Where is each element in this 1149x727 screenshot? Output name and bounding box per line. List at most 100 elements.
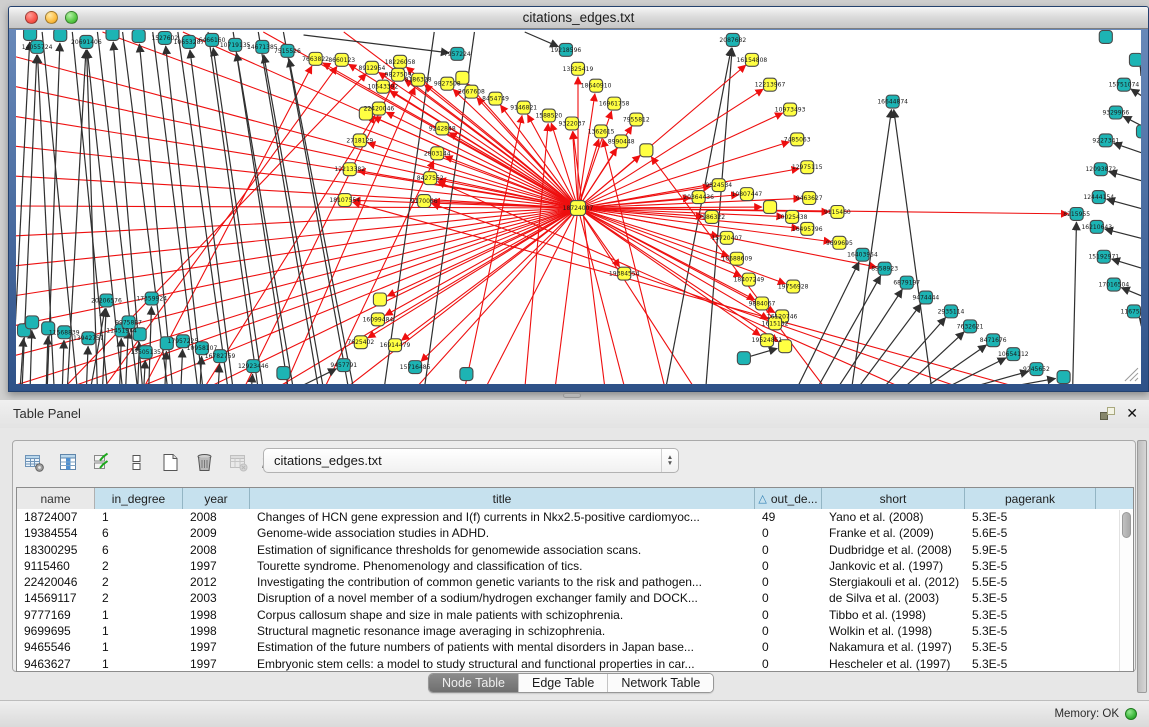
graph-node[interactable] [26,316,39,329]
graph-node-label: 12213967 [755,82,786,89]
graph-node[interactable] [277,367,290,380]
zoom-window-icon[interactable] [65,11,78,24]
column-visibility-icon[interactable] [55,449,81,475]
graph-node-label: 9474444 [912,295,939,302]
table-row[interactable]: 977716911998Corpus callosum shape and si… [17,607,1133,623]
table-cell: 18300295 [17,542,95,558]
citation-graph[interactable]: 1872400714055724206914061527602106532876… [16,30,1141,384]
network-view-area: citations_edges.txt [0,0,1149,400]
scrollbar-thumb[interactable] [1122,512,1131,538]
graph-node-label: 2667608 [458,89,485,96]
graph-node-label: 2087682 [719,37,746,44]
network-window-titlebar[interactable]: citations_edges.txt [9,7,1148,29]
graph-node-label: 13325419 [563,66,594,73]
table-cell: 5.3E-5 [965,639,1096,655]
graph-node[interactable] [763,201,776,214]
import-table-icon[interactable] [225,449,251,475]
table-cell: 9463627 [17,656,95,672]
table-cell: Dudbridge et al. (2008) [822,542,965,558]
float-panel-icon[interactable] [1100,407,1115,420]
graph-node-label: 19384554 [609,271,640,278]
graph-node-label: 7625402 [347,339,374,346]
select-rows-icon[interactable] [89,449,115,475]
table-row[interactable]: 1872400712008Changes of HCN gene express… [17,509,1133,525]
panel-splitter-handle[interactable] [563,393,581,398]
table-row[interactable]: 946554611997Estimation of the future num… [17,639,1133,655]
minimize-window-icon[interactable] [45,11,58,24]
table-select-dropdown[interactable]: citations_edges.txt ▲▼ [263,448,679,473]
graph-node-label: 9322037 [559,120,586,127]
status-bar: Memory: OK [0,700,1149,727]
graph-node[interactable] [640,144,653,157]
graph-node[interactable] [1129,53,1141,66]
network-window: citations_edges.txt [8,6,1149,392]
graph-node-label: 14055724 [22,44,53,51]
graph-node[interactable] [24,30,37,40]
create-table-icon[interactable] [157,449,183,475]
graph-node-label: 9245652 [1023,366,1050,373]
table-cell: 1997 [183,656,250,672]
graph-node-label: 12975115 [792,164,823,171]
panel-scrollbar[interactable] [1137,440,1147,693]
tab-edge-table[interactable]: Edge Table [518,674,607,692]
graph-node-label: 20206576 [91,297,122,304]
table-options-icon[interactable] [21,449,47,475]
graph-node-label: 7515526 [274,48,301,55]
graph-node-label: 9329966 [1102,110,1129,117]
close-window-icon[interactable] [25,11,38,24]
graph-node[interactable] [1099,30,1112,43]
table-cell: 9699695 [17,623,95,639]
canvas-resize-grip[interactable] [1125,368,1138,381]
tab-node-table[interactable]: Node Table [429,674,518,692]
table-cell: 0 [755,639,822,655]
table-row[interactable]: 1456911722003Disruption of a novel membe… [17,590,1133,606]
graph-node-label: 10543392 [368,84,399,91]
graph-node-label: 13942757 [73,335,104,342]
memory-status-label: Memory: OK [1054,708,1119,720]
column-header-title[interactable]: title [250,488,755,509]
graph-node-label: 9457791 [330,362,357,369]
graph-node[interactable] [132,30,145,42]
graph-node[interactable] [1057,371,1070,384]
graph-node-label: 16403954 [847,252,878,259]
graph-node-label: 16154808 [737,57,768,64]
table-type-tabs: Node TableEdge TableNetwork Table [428,673,714,693]
graph-node-label: 8660123 [328,57,355,64]
graph-node-label: 11451944 [106,327,137,334]
graph-node-label: 18640910 [581,83,612,90]
network-canvas[interactable]: 1872400714055724206914061527602106532876… [16,30,1141,384]
graph-node-label: 7957224 [444,51,471,58]
table-vertical-scrollbar[interactable] [1119,510,1132,671]
table-row[interactable]: 969969511998Structural magnetic resonanc… [17,623,1133,639]
table-cell: Disruption of a novel member of a sodium… [250,590,755,606]
tab-network-table[interactable]: Network Table [607,674,713,692]
graph-node[interactable] [737,352,750,365]
table-row[interactable]: 1938455462009Genome-wide association stu… [17,525,1133,541]
table-cell: 0 [755,542,822,558]
graph-node-label: 1588520 [535,113,562,120]
column-header-in-degree[interactable]: in_degree [95,488,183,509]
close-panel-icon[interactable]: ✕ [1126,405,1138,422]
table-cell: 1 [95,509,183,525]
table-row[interactable]: 946362711997Embryonic stem cells: a mode… [17,656,1133,672]
column-header-out-de-[interactable]: △out_de... [755,488,822,509]
column-header-short[interactable]: short [822,488,965,509]
table-cell: 1 [95,623,183,639]
column-header-name[interactable]: name [17,488,95,509]
column-header-pagerank[interactable]: pagerank [965,488,1096,509]
graph-node-label: 20691406 [71,39,102,46]
graph-node[interactable] [460,368,473,381]
column-header-year[interactable]: year [183,488,250,509]
graph-node[interactable] [1136,125,1141,138]
table-row[interactable]: 1830029562008Estimation of significance … [17,542,1133,558]
delete-table-icon[interactable] [191,449,217,475]
table-cell: 2008 [183,509,250,525]
graph-node[interactable] [373,293,386,306]
row-height-icon[interactable] [123,449,149,475]
graph-node[interactable] [106,30,119,40]
graph-node[interactable] [54,30,67,41]
table-row[interactable]: 2242004622012Investigating the contribut… [17,574,1133,590]
table-cell: 0 [755,590,822,606]
table-row[interactable]: 911546021997Tourette syndrome. Phenomeno… [17,558,1133,574]
table-cell: Estimation of significance thresholds fo… [250,542,755,558]
